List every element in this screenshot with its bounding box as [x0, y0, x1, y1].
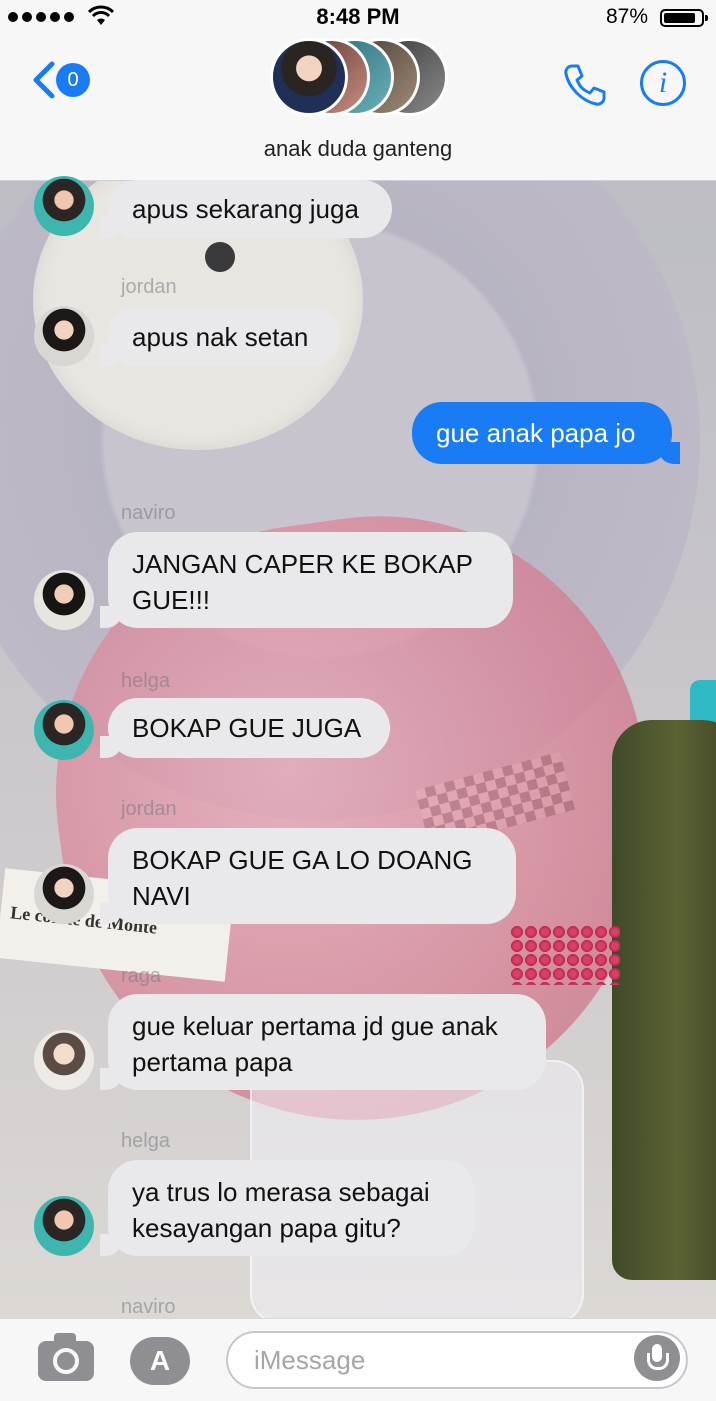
sender-name: naviro — [121, 1296, 176, 1318]
app-store-icon[interactable]: A — [130, 1337, 190, 1385]
group-avatar — [270, 38, 348, 116]
info-icon[interactable]: i — [640, 60, 686, 106]
group-avatars[interactable] — [270, 38, 450, 120]
sender-name: jordan — [121, 798, 177, 820]
group-name[interactable]: anak duda ganteng — [0, 136, 716, 162]
avatar[interactable] — [34, 1196, 94, 1256]
avatar[interactable] — [34, 1030, 94, 1090]
message-bubble[interactable]: apus sekarang juga — [100, 180, 392, 238]
unread-count-badge: 0 — [56, 63, 90, 97]
avatar[interactable] — [34, 570, 94, 630]
sender-name: helga — [121, 670, 170, 692]
battery-percentage: 87% — [605, 5, 648, 28]
avatar[interactable] — [34, 700, 94, 760]
conversation-header: 8:48 PM 87% 0 anak duda ganteng i — [0, 0, 716, 181]
avatar[interactable] — [34, 176, 94, 236]
phone-icon[interactable] — [562, 62, 608, 108]
flowers-image — [510, 925, 620, 985]
message-bubble[interactable]: JANGAN CAPER KE BOKAP GUE!!! — [100, 532, 513, 628]
avatar[interactable] — [34, 864, 94, 924]
sender-name: jordan — [121, 276, 177, 298]
camera-icon[interactable] — [38, 1333, 94, 1381]
sender-name: naviro — [121, 502, 176, 524]
message-bubble[interactable]: BOKAP GUE JUGA — [100, 698, 390, 758]
message-bubble[interactable]: gue keluar pertama jd gue anak pertama p… — [100, 994, 546, 1090]
bottle-image — [612, 720, 716, 1280]
message-bubble[interactable]: BOKAP GUE GA LO DOANG NAVI — [100, 828, 516, 924]
battery-icon — [660, 9, 708, 27]
message-bubble-outgoing[interactable]: gue anak papa jo — [412, 402, 680, 464]
back-button[interactable]: 0 — [28, 60, 90, 100]
status-bar: 8:48 PM 87% — [0, 0, 716, 36]
sender-name: raga — [121, 965, 162, 987]
sender-name: helga — [121, 1130, 170, 1152]
message-bubble[interactable]: ya trus lo merasa sebagai kesayangan pap… — [100, 1160, 474, 1256]
microphone-icon[interactable] — [634, 1335, 680, 1381]
message-input-bar: A iMessage — [0, 1318, 716, 1401]
avatar[interactable] — [34, 306, 94, 366]
message-bubble[interactable]: apus nak setan — [100, 308, 340, 366]
message-input[interactable]: iMessage — [226, 1331, 688, 1389]
